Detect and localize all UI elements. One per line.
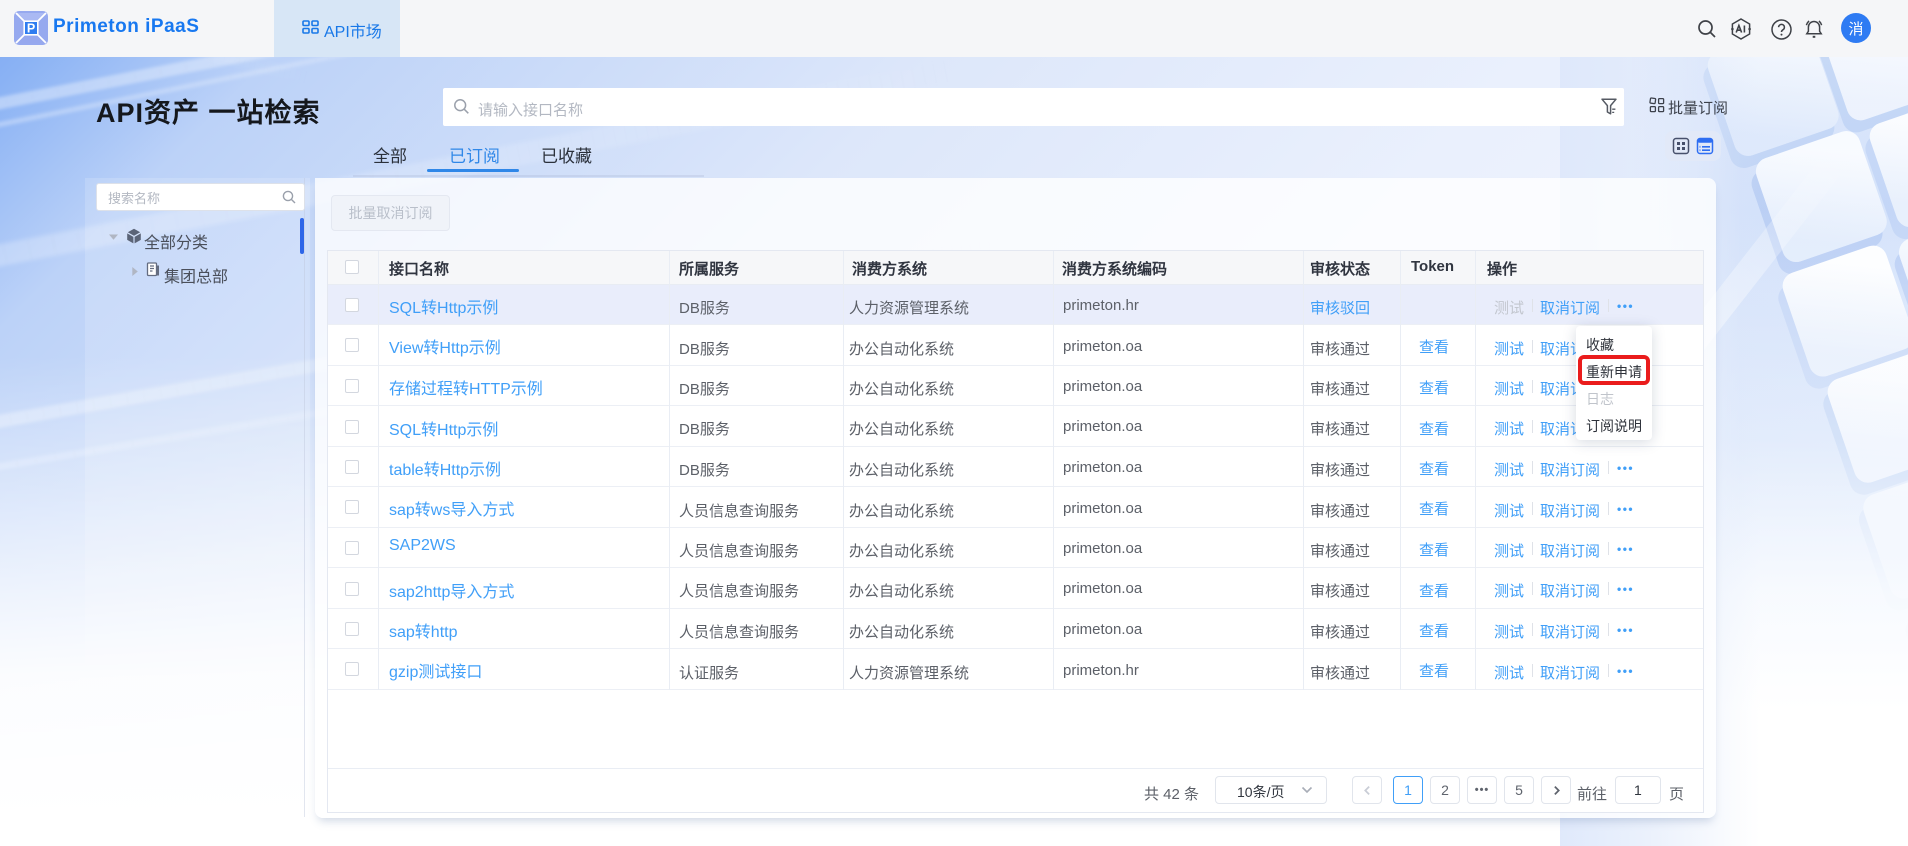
svg-text:P: P (27, 22, 35, 36)
